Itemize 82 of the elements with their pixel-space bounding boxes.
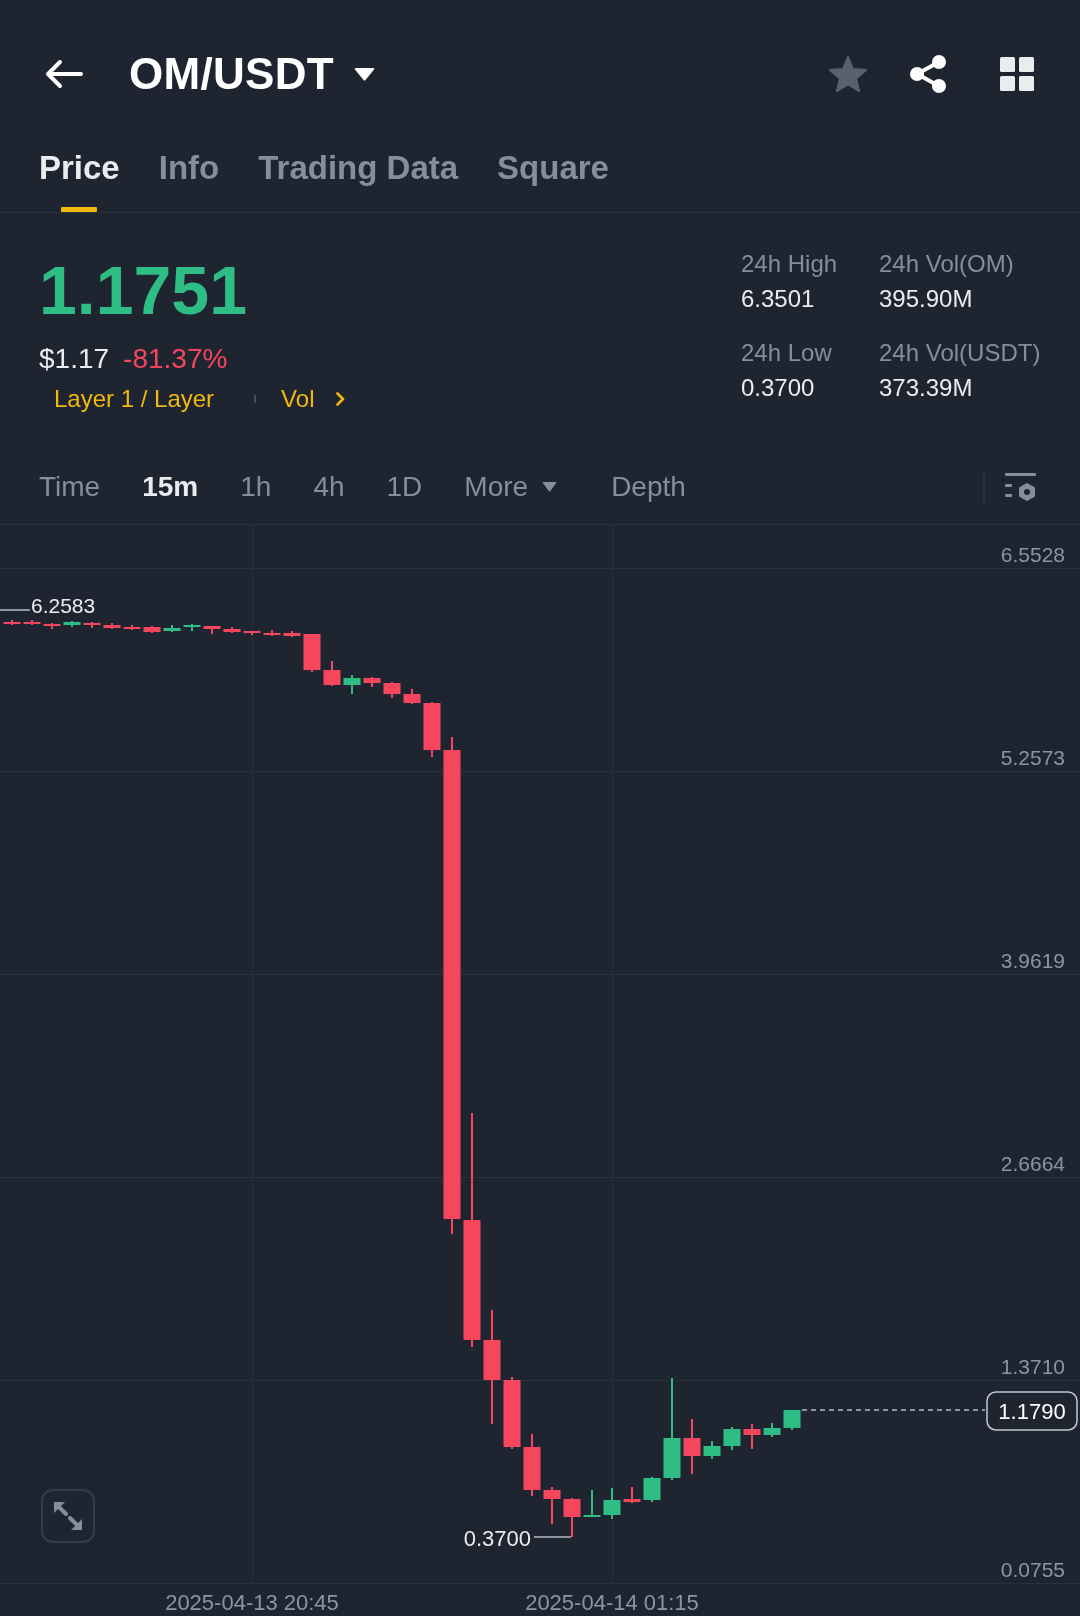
candlestick xyxy=(643,1477,661,1502)
candlestick xyxy=(243,631,261,635)
price-axis-label: 3.9619 xyxy=(1000,949,1065,972)
stat-label: 24h Low xyxy=(741,338,833,368)
interval-tab[interactable]: 15m xyxy=(142,470,199,504)
stat-label: 24h Vol(USDT) xyxy=(879,338,1042,368)
more-dropdown[interactable]: More xyxy=(464,470,558,504)
last-price: 1.1751 xyxy=(39,256,247,324)
candlestick xyxy=(263,630,281,636)
caret-icon[interactable] xyxy=(354,67,375,81)
price-axis-label: 6.5528 xyxy=(1000,543,1065,566)
last-price-tag: 1.1790 xyxy=(986,1391,1078,1431)
grid-icon[interactable] xyxy=(1000,57,1034,91)
candlestick xyxy=(143,626,161,633)
candlestick xyxy=(423,702,441,757)
fullscreen-button[interactable] xyxy=(41,1489,95,1543)
tag-link[interactable]: Layer 1 / Layer xyxy=(54,384,215,414)
price-axis-label: 0.0755 xyxy=(1000,1558,1065,1581)
tab[interactable]: Price xyxy=(39,148,120,212)
stat-value: 0.3700 xyxy=(741,373,816,403)
candlestick xyxy=(563,1498,581,1537)
candlestick xyxy=(43,623,61,629)
stat-value: 373.39M xyxy=(879,373,974,403)
candlestick xyxy=(223,627,241,633)
candlestick xyxy=(383,682,401,698)
tab[interactable]: Info xyxy=(158,148,220,212)
leader-line xyxy=(533,1536,572,1538)
price-axis-label: 1.3710 xyxy=(1000,1355,1065,1378)
candlestick xyxy=(183,624,201,631)
time-axis-label: 2025-04-13 20:45 xyxy=(165,1590,339,1615)
stat-label: 24h Vol(OM) xyxy=(879,249,1015,279)
back-arrow-icon[interactable] xyxy=(43,58,83,90)
candlestick xyxy=(163,625,181,632)
candlestick xyxy=(543,1487,561,1524)
share-icon[interactable] xyxy=(910,55,946,93)
candlestick xyxy=(343,675,361,694)
interval-tab[interactable]: 1D xyxy=(386,470,423,504)
tab[interactable]: Square xyxy=(497,148,609,212)
candlestick xyxy=(63,621,81,627)
stat-value: 395.90M xyxy=(879,284,974,314)
low-price-label: 0.3700 xyxy=(463,1526,531,1551)
price-axis-label: 2.6664 xyxy=(1000,1152,1065,1175)
candlestick xyxy=(303,634,321,672)
candlestick xyxy=(403,689,421,704)
depth-tab[interactable]: Depth xyxy=(611,470,686,504)
candlestick xyxy=(763,1423,781,1437)
candlestick xyxy=(23,620,41,625)
expand-icon xyxy=(54,1502,82,1530)
tag-link[interactable]: Vol xyxy=(281,384,315,414)
stat-value: 6.3501 xyxy=(741,284,816,314)
interval-tab[interactable]: 4h xyxy=(313,470,345,504)
price-change: -81.37% xyxy=(123,342,228,376)
candlestick xyxy=(103,623,121,629)
candlestick xyxy=(363,677,381,687)
candlestick xyxy=(743,1424,761,1449)
candlestick xyxy=(503,1377,521,1449)
tab[interactable]: Trading Data xyxy=(258,148,459,212)
candlestick xyxy=(703,1441,721,1459)
candlestick xyxy=(83,622,101,628)
interval-tab[interactable]: 1h xyxy=(240,470,272,504)
star-icon[interactable] xyxy=(828,55,868,93)
chart-settings-icon[interactable] xyxy=(1005,473,1036,501)
candlestick xyxy=(283,631,301,637)
candlestick xyxy=(603,1488,621,1519)
fiat-price: $1.17 xyxy=(39,342,110,376)
candlestick xyxy=(783,1410,801,1430)
interval-tab[interactable]: Time xyxy=(39,470,101,504)
candlestick xyxy=(623,1487,641,1503)
candlestick xyxy=(723,1427,741,1450)
candlestick xyxy=(323,661,341,686)
candlestick xyxy=(583,1490,601,1517)
candlestick xyxy=(123,625,141,630)
candlestick xyxy=(683,1419,701,1474)
pair-title[interactable]: OM/USDT xyxy=(129,48,334,100)
leader-line xyxy=(0,609,31,611)
high-price-label: 6.2583 xyxy=(31,594,96,617)
chevron-right-icon[interactable] xyxy=(336,392,346,406)
candlestick xyxy=(523,1434,541,1496)
candlestick xyxy=(203,626,221,634)
stat-label: 24h High xyxy=(741,249,839,279)
price-axis-label: 5.2573 xyxy=(1000,746,1065,769)
time-axis-label: 2025-04-14 01:15 xyxy=(525,1590,699,1615)
